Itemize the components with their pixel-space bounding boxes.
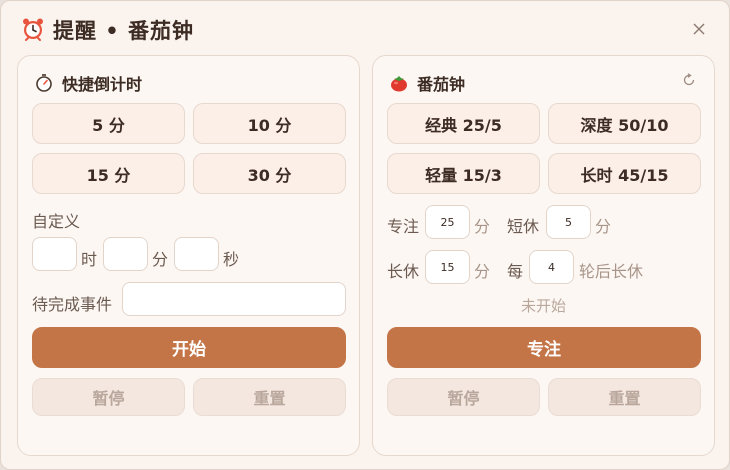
pause-button[interactable]: 暂停 bbox=[32, 378, 185, 416]
preset-10-min-button[interactable]: 10 分 bbox=[193, 103, 346, 144]
custom-label: 自定义 bbox=[32, 212, 81, 231]
pomodoro-title: 番茄钟 bbox=[417, 75, 466, 94]
pomodoro-panel: 番茄钟 经典 25/5 深度 50/10 轻量 15/3 长时 45/15 专注… bbox=[372, 55, 715, 456]
preset-classic-button[interactable]: 经典 25/5 bbox=[387, 103, 540, 144]
task-label: 待完成事件 bbox=[32, 295, 113, 314]
preset-light-button[interactable]: 轻量 15/3 bbox=[387, 153, 540, 194]
tomato-icon bbox=[391, 76, 407, 92]
long-break-input[interactable]: 15 bbox=[425, 250, 470, 284]
focus-start-button[interactable]: 专注 bbox=[387, 327, 701, 368]
minutes-input[interactable] bbox=[103, 237, 148, 271]
seconds-unit: 秒 bbox=[223, 250, 240, 269]
pomodoro-status: 未开始 bbox=[520, 297, 566, 315]
close-icon[interactable] bbox=[691, 21, 707, 37]
quick-countdown-header: 快捷倒计时 bbox=[34, 70, 142, 96]
short-break-unit: 分 bbox=[595, 217, 612, 236]
task-input[interactable] bbox=[122, 282, 346, 316]
pomodoro-pause-button[interactable]: 暂停 bbox=[387, 378, 540, 416]
focus-unit: 分 bbox=[474, 217, 491, 236]
long-break-unit: 分 bbox=[474, 262, 491, 281]
hours-input[interactable] bbox=[32, 237, 77, 271]
minutes-unit: 分 bbox=[152, 250, 169, 269]
preset-15-min-button[interactable]: 15 分 bbox=[32, 153, 185, 194]
focus-minutes-input[interactable]: 25 bbox=[425, 205, 470, 239]
quick-countdown-title: 快捷倒计时 bbox=[62, 75, 143, 94]
short-break-label: 短休 bbox=[507, 217, 540, 236]
title-bar: 提醒 • 番茄钟 bbox=[1, 1, 729, 55]
rounds-suffix: 轮后长休 bbox=[579, 262, 644, 281]
start-button[interactable]: 开始 bbox=[32, 327, 346, 368]
rounds-input[interactable]: 4 bbox=[529, 250, 574, 284]
quick-countdown-panel: 快捷倒计时 5 分 10 分 15 分 30 分 自定义 时 分 秒 待完成事件… bbox=[17, 55, 360, 456]
preset-30-min-button[interactable]: 30 分 bbox=[193, 153, 346, 194]
seconds-input[interactable] bbox=[174, 237, 219, 271]
focus-label: 专注 bbox=[387, 217, 420, 236]
preset-5-min-button[interactable]: 5 分 bbox=[32, 103, 185, 144]
stopwatch-icon bbox=[36, 74, 52, 92]
preset-long-button[interactable]: 长时 45/15 bbox=[548, 153, 701, 194]
preset-deep-button[interactable]: 深度 50/10 bbox=[548, 103, 701, 144]
short-break-input[interactable]: 5 bbox=[546, 205, 591, 239]
alarm-clock-icon bbox=[23, 18, 43, 41]
every-label: 每 bbox=[507, 262, 524, 281]
pomodoro-header: 番茄钟 bbox=[389, 70, 465, 96]
reset-button[interactable]: 重置 bbox=[193, 378, 346, 416]
window-title: 提醒 • 番茄钟 bbox=[53, 19, 195, 43]
reminder-window: 提醒 • 番茄钟 快捷倒计时 5 分 10 分 15 分 30 分 自定义 时 … bbox=[0, 0, 730, 470]
hours-unit: 时 bbox=[81, 250, 98, 269]
refresh-icon[interactable] bbox=[682, 73, 696, 87]
pomodoro-reset-button[interactable]: 重置 bbox=[548, 378, 701, 416]
long-break-label: 长休 bbox=[387, 262, 420, 281]
